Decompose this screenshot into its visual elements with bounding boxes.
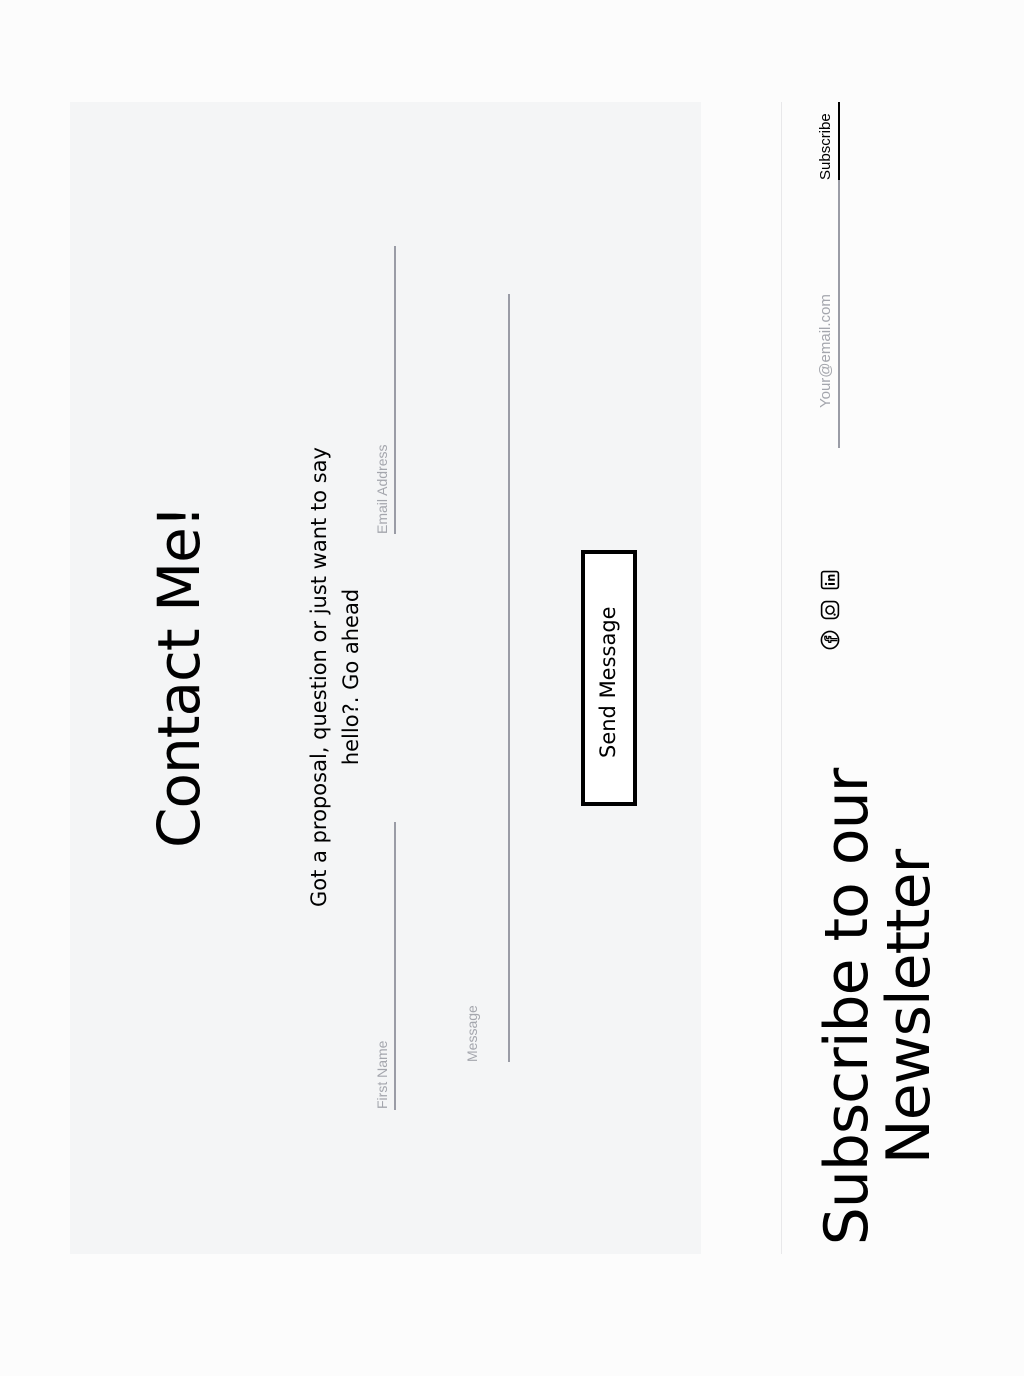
newsletter-email-underline [838, 180, 840, 448]
contact-title: Contact Me! [145, 505, 213, 848]
email-field[interactable]: Email Address [374, 426, 390, 534]
page: Contact Me! Got a proposal, question or … [0, 0, 1024, 1376]
instagram-icon[interactable] [820, 600, 840, 620]
first-name-field[interactable]: First Name [374, 1027, 390, 1109]
subscribe-underline [838, 102, 840, 180]
section-divider [781, 102, 782, 1254]
newsletter-title: Subscribe to our Newsletter [812, 768, 944, 1246]
send-message-label: Send Message [596, 606, 620, 758]
linkedin-icon[interactable] [820, 570, 840, 590]
facebook-icon[interactable] [820, 630, 840, 650]
contact-subtitle: Got a proposal, question or just want to… [307, 447, 363, 907]
message-underline [508, 294, 510, 1062]
email-underline [394, 246, 396, 534]
first-name-underline [394, 822, 396, 1110]
subscribe-button[interactable]: Subscribe [817, 100, 834, 180]
newsletter-email-input[interactable]: Your@email.com [817, 294, 834, 408]
message-field[interactable]: Message [464, 992, 480, 1062]
